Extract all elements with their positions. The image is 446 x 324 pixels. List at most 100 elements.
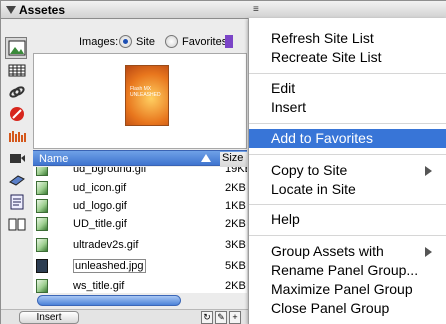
list-item[interactable]: ud_logo.gif 1KB — [33, 197, 247, 215]
file-name: ud_logo.gif — [73, 200, 127, 212]
flash-category-button[interactable] — [5, 103, 27, 125]
flash-icon — [10, 107, 24, 121]
file-size: 3KB — [225, 239, 246, 251]
refresh-icon[interactable]: ↻ — [201, 311, 213, 324]
menu-separator — [249, 204, 446, 205]
name-column-header[interactable]: Name — [39, 153, 68, 165]
shockwave-category-button[interactable] — [5, 125, 27, 147]
file-name: ws_title.gif — [73, 280, 125, 292]
menu-item-label: Copy to Site — [271, 162, 348, 178]
urls-category-button[interactable] — [5, 81, 27, 103]
panel-options-icon[interactable]: ≡ — [253, 4, 259, 15]
menu-item-label: Refresh Site List — [271, 30, 374, 46]
asset-list-header: Name Size — [33, 150, 247, 167]
menu-item-label: Locate in Site — [271, 181, 356, 197]
link-icon — [9, 86, 25, 98]
file-name: unleashed.jpg — [73, 259, 146, 273]
site-radio[interactable] — [119, 35, 132, 48]
asset-list: ud_bground.gif 19KB ud_icon.gif 2KB ud_l… — [33, 167, 247, 293]
sort-ascending-icon[interactable] — [201, 154, 211, 162]
size-column-header[interactable]: Size — [220, 152, 247, 167]
book-cover-text: Flash MX UNLEASHED — [130, 86, 161, 98]
menu-item-edit[interactable]: Edit — [249, 79, 446, 98]
asset-category-toolbar — [4, 23, 30, 323]
file-size: 1KB — [225, 200, 246, 212]
file-name: UD_title.gif — [73, 218, 127, 230]
scrollbar-thumb[interactable] — [37, 295, 181, 306]
images-category-button[interactable] — [5, 37, 27, 59]
movie-icon — [10, 154, 25, 163]
edit-icon[interactable]: ✎ — [215, 311, 227, 324]
colors-category-button[interactable] — [5, 59, 27, 81]
template-icon — [10, 194, 24, 210]
image-file-icon — [36, 238, 48, 252]
book-cover-thumbnail: Flash MX UNLEASHED — [125, 65, 169, 126]
list-item[interactable]: ud_icon.gif 2KB — [33, 179, 247, 197]
panel-title: Assetes — [19, 3, 66, 17]
jpeg-file-icon — [36, 259, 48, 273]
movies-category-button[interactable] — [5, 147, 27, 169]
image-file-icon — [36, 181, 48, 195]
menu-item-help[interactable]: Help — [249, 210, 446, 229]
list-item[interactable]: ud_bground.gif 19KB — [33, 167, 247, 178]
file-size: 5KB — [225, 260, 246, 272]
list-item[interactable]: UD_title.gif 2KB — [33, 215, 247, 233]
add-icon[interactable]: + — [229, 311, 241, 324]
favorites-bookmark-icon — [225, 35, 233, 48]
file-name: ultradev2s.gif — [73, 239, 139, 251]
image-file-icon — [36, 167, 48, 176]
file-size: 19KB — [225, 167, 247, 175]
library-icon — [8, 218, 26, 231]
image-file-icon — [36, 217, 48, 231]
menu-item-add-to-favorites[interactable]: Add to Favorites — [249, 129, 446, 148]
submenu-arrow-icon — [425, 166, 432, 176]
menu-item-label: Maximize Panel Group — [271, 281, 413, 297]
collapse-triangle-icon[interactable] — [6, 6, 16, 14]
context-menu: Refresh Site List Recreate Site List Edi… — [248, 18, 446, 324]
script-icon — [9, 175, 25, 186]
menu-separator — [249, 73, 446, 74]
menu-item-insert[interactable]: Insert — [249, 98, 446, 117]
menu-item-label: Edit — [271, 80, 296, 96]
menu-item-label: Rename Panel Group... — [271, 262, 419, 278]
menu-item-locate-in-site[interactable]: Locate in Site — [249, 180, 446, 199]
menu-item-group-assets-with[interactable]: Group Assets with — [249, 242, 446, 261]
list-item-selected[interactable]: unleashed.jpg 5KB — [33, 257, 247, 275]
images-filter-row: Images: Site Favorites — [33, 34, 247, 50]
menu-separator — [249, 123, 446, 124]
menu-item-label: Add to Favorites — [271, 130, 373, 146]
favorites-radio[interactable] — [165, 35, 178, 48]
file-name: ud_icon.gif — [73, 182, 127, 194]
shockwave-icon — [9, 131, 26, 142]
menu-item-label: Close Panel Group — [271, 300, 390, 316]
scripts-category-button[interactable] — [5, 169, 27, 191]
menu-item-label: Help — [271, 211, 300, 227]
menu-item-rename-panel-group[interactable]: Rename Panel Group... — [249, 261, 446, 280]
menu-item-label: Group Assets with — [271, 243, 384, 259]
menu-item-close-panel-group[interactable]: Close Panel Group — [249, 299, 446, 318]
menu-item-refresh-site-list[interactable]: Refresh Site List — [249, 29, 446, 48]
menu-separator — [249, 235, 446, 236]
file-name: ud_bground.gif — [73, 167, 147, 175]
asset-preview: Flash MX UNLEASHED — [33, 53, 247, 149]
list-item[interactable]: ultradev2s.gif 3KB — [33, 236, 247, 254]
templates-category-button[interactable] — [5, 191, 27, 213]
file-size: 2KB — [225, 280, 246, 292]
file-size: 2KB — [225, 218, 246, 230]
image-icon — [8, 40, 26, 56]
list-item[interactable]: ws_title.gif 2KB — [33, 277, 247, 293]
image-file-icon — [36, 279, 48, 293]
menu-item-label: Insert — [271, 99, 307, 115]
favorites-radio-label[interactable]: Favorites — [182, 36, 227, 48]
site-radio-label[interactable]: Site — [136, 36, 155, 48]
library-category-button[interactable] — [5, 213, 27, 235]
horizontal-scrollbar[interactable] — [33, 294, 276, 308]
submenu-arrow-icon — [425, 247, 432, 257]
panel-titlebar[interactable]: Assetes ≡ — [1, 1, 446, 19]
image-file-icon — [36, 199, 48, 213]
menu-item-maximize-panel-group[interactable]: Maximize Panel Group — [249, 280, 446, 299]
color-swatch-icon — [8, 64, 26, 77]
menu-item-recreate-site-list[interactable]: Recreate Site List — [249, 48, 446, 67]
insert-button[interactable]: Insert — [19, 311, 79, 324]
menu-item-copy-to-site[interactable]: Copy to Site — [249, 161, 446, 180]
